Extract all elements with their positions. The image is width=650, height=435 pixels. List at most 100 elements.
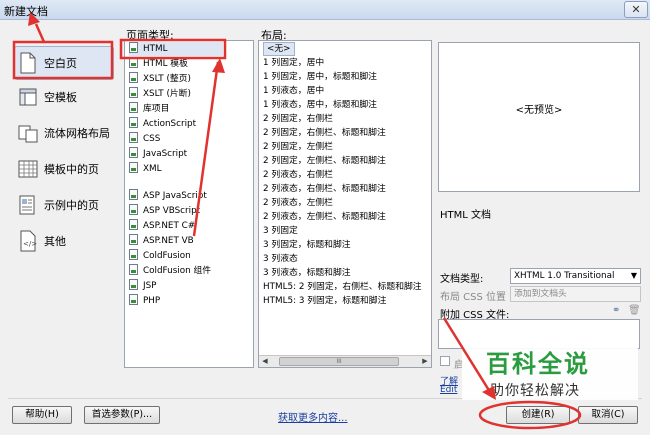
fluid-grid-icon <box>18 125 38 143</box>
page-type-item[interactable]: ASP VBScript <box>129 204 200 218</box>
page-type-label: JSP <box>143 281 157 291</box>
layout-item[interactable]: 2 列固定，左侧栏 <box>263 140 333 154</box>
layout-item[interactable]: 2 列液态，左侧栏、标题和脚注 <box>263 210 386 224</box>
layout-item[interactable]: 2 列固定，右侧栏 <box>263 112 333 126</box>
watermark: 百科全说 助你轻松解决 <box>462 338 638 400</box>
file-icon <box>129 294 138 305</box>
layout-item[interactable]: 2 列固定，左侧栏、标题和脚注 <box>263 154 386 168</box>
page-type-item[interactable]: ASP.NET C# <box>129 219 195 233</box>
layout-item[interactable]: <无> <box>263 42 295 56</box>
file-icon <box>129 234 138 245</box>
category-list: 空白页 空模板 流体网格布局 模板中的页 示例中的页 </> 其他 <box>8 26 118 398</box>
file-icon <box>129 279 138 290</box>
page-type-label: XSLT (整页) <box>143 74 191 84</box>
layout-item[interactable]: 1 列固定，居中，标题和脚注 <box>263 70 377 84</box>
doctype-select[interactable]: XHTML 1.0 Transitional ▼ <box>510 268 641 284</box>
page-type-item[interactable]: PHP <box>129 294 160 308</box>
preview-pane: <无预览> <box>438 42 640 192</box>
watermark-subtitle: 助你轻松解决 <box>490 383 580 399</box>
page-type-label: 库项目 <box>143 104 170 114</box>
get-more-content-link[interactable]: 获取更多内容... <box>278 409 348 424</box>
page-type-list[interactable]: HTML HTML 模板 XSLT (整页) XSLT (片断) 库项目 Act… <box>124 40 254 368</box>
file-icon <box>129 117 138 128</box>
close-button[interactable]: ✕ <box>624 1 648 18</box>
category-other[interactable]: </> 其他 <box>8 222 118 258</box>
file-icon <box>129 57 138 68</box>
category-label: 模板中的页 <box>44 163 99 176</box>
page-type-label: HTML <box>143 44 168 54</box>
page-type-label: HTML 模板 <box>143 59 188 69</box>
page-type-item[interactable]: JSP <box>129 279 156 293</box>
category-sample-page[interactable]: 示例中的页 <box>8 186 118 222</box>
page-type-label: ColdFusion 组件 <box>143 266 212 276</box>
page-type-item[interactable]: ASP JavaScript <box>129 189 207 203</box>
page-type-item[interactable]: ColdFusion 组件 <box>129 264 211 278</box>
page-type-label: CSS <box>143 134 161 144</box>
category-blank-template[interactable]: 空模板 <box>8 78 118 114</box>
layout-item[interactable]: 3 列固定，标题和脚注 <box>263 238 351 252</box>
css-location-label: 布局 CSS 位置 <box>440 292 507 303</box>
layout-item[interactable]: 2 列液态，右侧栏、标题和脚注 <box>263 182 386 196</box>
page-type-item[interactable]: CSS <box>129 132 160 146</box>
document-description: HTML 文档 <box>440 210 492 221</box>
doctype-label: 文档类型: <box>440 274 484 285</box>
layout-item[interactable]: HTML5: 2 列固定，右侧栏、标题和脚注 <box>263 280 422 294</box>
category-label: 空模板 <box>44 91 77 104</box>
file-icon <box>129 102 138 113</box>
page-type-item[interactable]: ColdFusion <box>129 249 191 263</box>
css-location-value: 添加到文档头 <box>514 289 567 299</box>
file-icon <box>129 219 138 230</box>
page-type-item[interactable]: ASP.NET VB <box>129 234 194 248</box>
template-page-icon <box>18 160 38 178</box>
doctype-value: XHTML 1.0 Transitional <box>514 271 615 281</box>
page-type-item[interactable]: ActionScript <box>129 117 196 131</box>
page-type-item[interactable]: HTML 模板 <box>129 57 188 71</box>
scroll-left-icon[interactable]: ◀ <box>259 356 271 367</box>
category-blank-page[interactable]: 空白页 <box>8 44 118 80</box>
category-label: 流体网格布局 <box>44 127 110 140</box>
css-location-select[interactable]: 添加到文档头 <box>510 286 641 302</box>
page-type-item[interactable]: XML <box>129 162 162 176</box>
layout-item[interactable]: HTML5: 3 列固定，标题和脚注 <box>263 294 386 308</box>
file-icon <box>129 87 138 98</box>
page-type-item[interactable]: JavaScript <box>129 147 187 161</box>
cancel-button[interactable]: 取消(C) <box>578 406 638 424</box>
page-type-item[interactable]: 库项目 <box>129 102 169 116</box>
sample-page-icon <box>19 195 35 215</box>
category-template-page[interactable]: 模板中的页 <box>8 150 118 186</box>
category-label: 其他 <box>44 235 66 248</box>
file-icon <box>129 72 138 83</box>
horizontal-scrollbar[interactable]: ◀ III ▶ <box>259 355 431 367</box>
layout-item[interactable]: 3 列液态 <box>263 252 298 266</box>
preferences-button[interactable]: 首选参数(P)... <box>84 406 160 424</box>
layout-item[interactable]: 2 列液态，左侧栏 <box>263 196 333 210</box>
scroll-right-icon[interactable]: ▶ <box>419 356 431 367</box>
page-type-label: XML <box>143 164 162 174</box>
category-fluid-grid[interactable]: 流体网格布局 <box>8 114 118 150</box>
help-button[interactable]: 帮助(H) <box>12 406 72 424</box>
blank-template-icon <box>19 88 37 106</box>
enable-checkbox[interactable] <box>440 356 450 366</box>
create-button[interactable]: 创建(R) <box>506 406 570 424</box>
link-icon[interactable]: ⚭ <box>612 306 624 316</box>
page-type-item[interactable]: XSLT (片断) <box>129 87 191 101</box>
layout-item[interactable]: 3 列固定 <box>263 224 298 238</box>
layout-item[interactable]: 2 列液态，右侧栏 <box>263 168 333 182</box>
layout-item[interactable]: 1 列液态，居中 <box>263 84 324 98</box>
layout-item[interactable]: 2 列固定，右侧栏、标题和脚注 <box>263 126 386 140</box>
edit-link[interactable]: Edit <box>440 385 464 395</box>
blank-page-icon <box>20 52 36 74</box>
layout-item[interactable]: 3 列液态，标题和脚注 <box>263 266 351 280</box>
page-type-label: ASP.NET VB <box>143 236 194 246</box>
layout-item[interactable]: 1 列液态，居中，标题和脚注 <box>263 98 377 112</box>
file-icon <box>129 162 138 173</box>
category-label: 空白页 <box>44 57 77 70</box>
preview-placeholder: <无预览> <box>515 105 563 116</box>
layout-list[interactable]: <无> 1 列固定，居中 1 列固定，居中，标题和脚注 1 列液态，居中 1 列… <box>258 40 432 368</box>
scroll-thumb[interactable]: III <box>279 357 399 366</box>
trash-icon[interactable]: 🗑 <box>628 306 641 316</box>
page-type-item[interactable]: XSLT (整页) <box>129 72 191 86</box>
page-type-item[interactable]: HTML <box>129 42 223 56</box>
layout-item[interactable]: 1 列固定，居中 <box>263 56 324 70</box>
svg-text:</>: </> <box>23 240 37 248</box>
